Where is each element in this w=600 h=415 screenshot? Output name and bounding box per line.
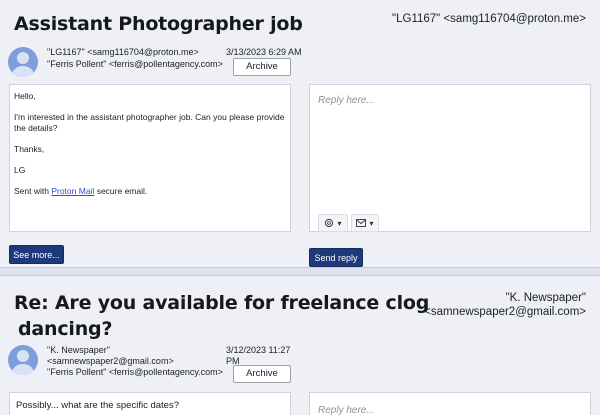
email-subject: Re: Are you available for freelance clog… [14,292,430,340]
email-date: 3/13/2023 6:29 AM [226,47,302,57]
archive-button[interactable]: Archive [233,58,291,76]
proton-mail-link[interactable]: Proton Mail [51,186,94,196]
see-more-button[interactable]: See more... [9,245,64,264]
archive-button[interactable]: Archive [233,365,291,383]
email-date: 3/12/2023 11:27 PM [226,345,291,366]
body-signature: LG [14,165,26,175]
email-from: "K. Newspaper" [47,345,110,355]
template-button[interactable]: ▾ [351,214,379,232]
email-from-header: "LG1167" <samg116704@proton.me> [392,13,586,25]
chevron-down-icon: ▾ [337,218,342,228]
send-reply-button[interactable]: Send reply [309,248,363,267]
email-body: Hello, I'm interested in the assistant p… [9,84,291,232]
email-card: Assistant Photographer job "LG1167" <sam… [0,0,600,268]
email-body: Possibly... what are the specific dates? [9,392,291,415]
avatar [8,345,38,375]
email-from: "LG1167" <samg116704@proton.me> [47,47,199,57]
body-thanks: Thanks, [14,144,45,154]
mail-icon [356,219,367,227]
reply-textarea[interactable]: Reply here... [309,392,591,415]
email-subject: Assistant Photographer job [14,13,303,35]
ai-assist-button[interactable]: ▾ [318,214,348,232]
email-from-header: "K. Newspaper" <samnewspaper2@gmail.com> [424,292,586,318]
avatar [8,47,38,77]
openai-icon [325,218,334,228]
chevron-down-icon: ▾ [369,218,374,228]
email-to: "Ferris Pollent" <ferris@pollentagency.c… [47,367,223,377]
body-text: Possibly... what are the specific dates? [16,400,179,411]
body-sent-with: Sent with Proton Mail secure email. [14,186,148,196]
email-from-address: <samnewspaper2@gmail.com> [47,356,174,366]
email-card: Re: Are you available for freelance clog… [0,275,600,415]
reply-textarea[interactable]: Reply here... ▾ ▾ [309,84,591,232]
body-text: I'm interested in the assistant photogra… [14,112,285,133]
email-to: "Ferris Pollent" <ferris@pollentagency.c… [47,59,223,69]
body-greeting: Hello, [14,91,36,101]
reply-placeholder: Reply here... [318,95,375,106]
reply-placeholder: Reply here... [318,405,375,415]
